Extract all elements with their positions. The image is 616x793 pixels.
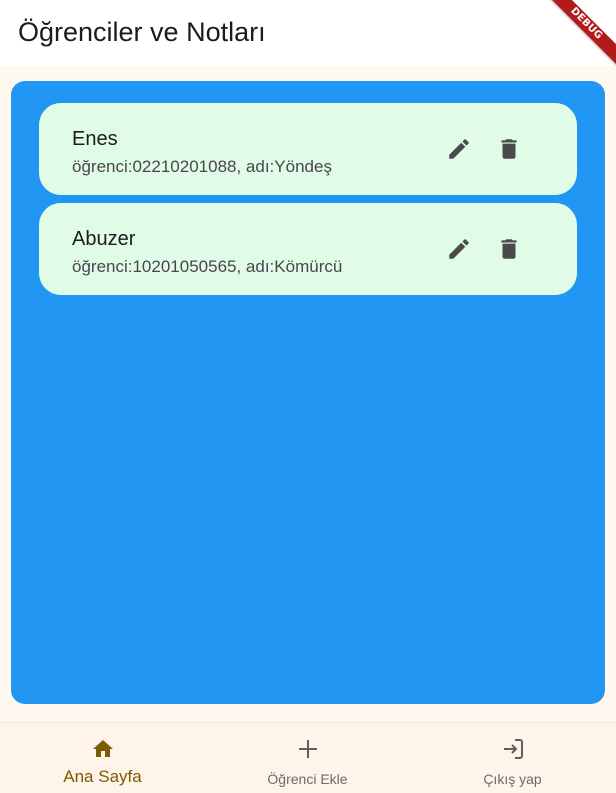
edit-icon — [449, 239, 469, 259]
student-name: Abuzer — [72, 228, 136, 250]
nav-item-logout[interactable]: Çıkış yap — [410, 723, 615, 793]
nav-label-logout: Çıkış yap — [483, 771, 542, 787]
logout-icon — [503, 739, 523, 759]
delete-icon — [501, 239, 517, 259]
nav-label-add-student: Öğrenci Ekle — [267, 771, 348, 787]
home-icon — [92, 740, 113, 757]
bottom-navigation: Ana Sayfa Öğrenci Ekle Çıkış yap — [0, 722, 616, 793]
nav-label-home: Ana Sayfa — [63, 767, 142, 786]
student-name: Enes — [72, 128, 118, 150]
nav-item-add-student[interactable]: Öğrenci Ekle — [205, 723, 410, 793]
delete-button[interactable] — [493, 233, 525, 265]
edit-button[interactable] — [443, 233, 475, 265]
app-bar: Öğrenciler ve Notları — [0, 0, 616, 66]
nav-item-home[interactable]: Ana Sayfa — [0, 723, 205, 793]
page-title: Öğrenciler ve Notları — [18, 17, 266, 47]
student-card[interactable]: Enes öğrenci:02210201088, adı:Yöndeş — [39, 103, 577, 195]
student-info: öğrenci:02210201088, adı:Yöndeş — [72, 157, 332, 176]
add-icon — [298, 740, 317, 758]
edit-button[interactable] — [443, 133, 475, 165]
student-list-panel: Enes öğrenci:02210201088, adı:Yöndeş Abu… — [11, 81, 605, 704]
delete-button[interactable] — [493, 133, 525, 165]
student-card[interactable]: Abuzer öğrenci:10201050565, adı:Kömürcü — [39, 203, 577, 295]
delete-icon — [501, 139, 517, 159]
edit-icon — [449, 139, 469, 159]
student-info: öğrenci:10201050565, adı:Kömürcü — [72, 257, 343, 276]
